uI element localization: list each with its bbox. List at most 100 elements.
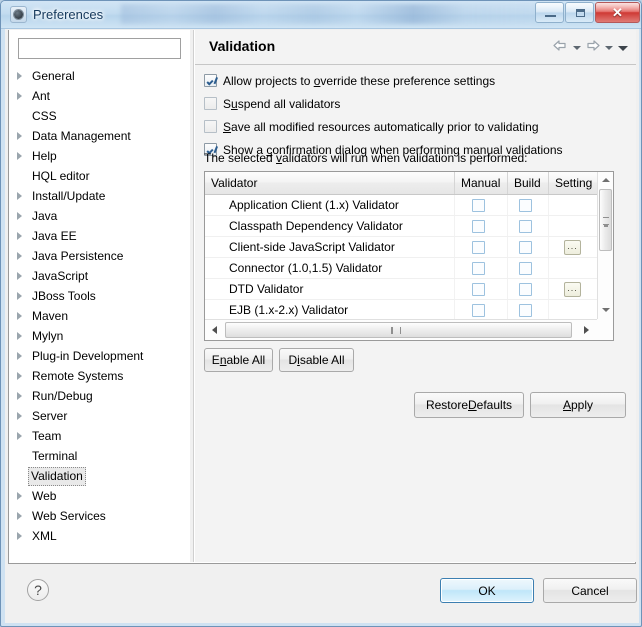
disable-all-button[interactable]: Di sable All <box>279 348 354 372</box>
manual-checkbox[interactable] <box>472 220 485 233</box>
apply-button[interactable]: Apply <box>530 392 626 418</box>
expand-arrow-icon[interactable] <box>17 492 22 500</box>
expand-arrow-icon[interactable] <box>17 72 22 80</box>
tree-scrollbar[interactable] <box>190 30 193 562</box>
sidebar-item-terminal[interactable]: Terminal <box>9 446 193 466</box>
expand-arrow-icon[interactable] <box>17 212 22 220</box>
horizontal-scroll-thumb[interactable] <box>225 322 572 338</box>
maximize-button[interactable] <box>565 2 594 23</box>
build-checkbox[interactable] <box>519 241 532 254</box>
sidebar-item-general[interactable]: General <box>9 66 193 86</box>
expand-arrow-icon[interactable] <box>17 152 22 160</box>
sidebar-item-plug-in-development[interactable]: Plug-in Development <box>9 346 193 366</box>
cancel-button[interactable]: Cancel <box>543 578 637 603</box>
expand-arrow-icon[interactable] <box>17 252 22 260</box>
view-menu-chevron-down-icon[interactable] <box>616 40 629 54</box>
table-row[interactable]: Application Client (1.x) Validator <box>205 195 613 216</box>
expand-arrow-icon[interactable] <box>17 512 22 520</box>
expand-arrow-icon[interactable] <box>17 292 22 300</box>
settings-ellipsis-button[interactable]: ... <box>564 282 581 297</box>
help-button[interactable]: ? <box>27 579 49 601</box>
sidebar-item-web[interactable]: Web <box>9 486 193 506</box>
table-horizontal-scrollbar[interactable] <box>205 319 613 340</box>
sidebar-item-java-ee[interactable]: Java EE <box>9 226 193 246</box>
expand-arrow-icon[interactable] <box>17 312 22 320</box>
vertical-scroll-thumb[interactable] <box>599 189 612 251</box>
expand-arrow-icon[interactable] <box>17 352 22 360</box>
sidebar-item-validation[interactable]: Validation <box>9 466 193 486</box>
expand-arrow-icon[interactable] <box>17 232 22 240</box>
build-checkbox[interactable] <box>519 283 532 296</box>
sidebar-item-remote-systems[interactable]: Remote Systems <box>9 366 193 386</box>
back-arrow-icon[interactable] <box>552 39 569 54</box>
option-save-modified-row[interactable]: Save all modified resources automaticall… <box>204 118 539 136</box>
column-header-manual[interactable]: Manual <box>455 172 508 194</box>
sidebar-item-xml[interactable]: XML <box>9 526 193 546</box>
expand-arrow-icon[interactable] <box>17 332 22 340</box>
scroll-down-arrow-icon[interactable] <box>598 302 613 318</box>
ok-button[interactable]: OK <box>440 578 534 603</box>
sidebar-item-help[interactable]: Help <box>9 146 193 166</box>
sidebar-item-java-persistence[interactable]: Java Persistence <box>9 246 193 266</box>
save-modified-checkbox[interactable] <box>204 120 217 133</box>
table-row[interactable]: DTD Validator... <box>205 279 613 300</box>
preference-tree[interactable]: General Ant CSS Data Management Help HQL edit… <box>9 66 193 560</box>
expand-arrow-icon[interactable] <box>17 532 22 540</box>
option-allow-override-row[interactable]: Allow projects to override these prefere… <box>204 72 495 90</box>
sidebar-item-team[interactable]: Team <box>9 426 193 446</box>
sidebar-item-install-update[interactable]: Install/Update <box>9 186 193 206</box>
sidebar-item-jboss-tools[interactable]: JBoss Tools <box>9 286 193 306</box>
suspend-all-checkbox[interactable] <box>204 97 217 110</box>
minimize-button[interactable] <box>535 2 564 23</box>
sidebar-item-mylyn[interactable]: Mylyn <box>9 326 193 346</box>
enable-all-button[interactable]: En able All <box>204 348 273 372</box>
sidebar-item-java[interactable]: Java <box>9 206 193 226</box>
expand-arrow-icon[interactable] <box>17 432 22 440</box>
sidebar-item-web-services[interactable]: Web Services <box>9 506 193 526</box>
sidebar-item-javascript[interactable]: JavaScript <box>9 266 193 286</box>
build-checkbox[interactable] <box>519 220 532 233</box>
forward-arrow-icon[interactable] <box>584 39 601 54</box>
back-dropdown-chevron-down-icon[interactable] <box>570 40 583 54</box>
option-suspend-row[interactable]: Suspend all validators <box>204 95 340 113</box>
manual-checkbox[interactable] <box>472 262 485 275</box>
manual-checkbox[interactable] <box>472 304 485 317</box>
build-checkbox[interactable] <box>519 262 532 275</box>
table-row[interactable]: EJB (1.x-2.x) Validator <box>205 300 613 319</box>
manual-checkbox[interactable] <box>472 283 485 296</box>
scroll-up-arrow-icon[interactable] <box>598 172 613 188</box>
forward-dropdown-chevron-down-icon[interactable] <box>602 40 615 54</box>
sidebar-item-data-management[interactable]: Data Management <box>9 126 193 146</box>
sidebar-item-css[interactable]: CSS <box>9 106 193 126</box>
scroll-right-arrow-icon[interactable] <box>579 322 595 338</box>
expand-arrow-icon[interactable] <box>17 392 22 400</box>
filter-input[interactable] <box>18 38 181 59</box>
expand-arrow-icon[interactable] <box>17 372 22 380</box>
expand-arrow-icon[interactable] <box>17 192 22 200</box>
table-body[interactable]: Application Client (1.x) Validator Classp… <box>205 195 613 319</box>
column-header-validator[interactable]: Validator <box>205 172 455 194</box>
expand-arrow-icon[interactable] <box>17 92 22 100</box>
expand-arrow-icon[interactable] <box>17 132 22 140</box>
table-row[interactable]: Classpath Dependency Validator <box>205 216 613 237</box>
validators-table[interactable]: Validator Manual Build Setting Application … <box>204 171 614 341</box>
manual-checkbox[interactable] <box>472 241 485 254</box>
allow-override-checkbox[interactable] <box>204 74 217 87</box>
table-row[interactable]: Client-side JavaScript Validator... <box>205 237 613 258</box>
manual-checkbox[interactable] <box>472 199 485 212</box>
sidebar-item-ant[interactable]: Ant <box>9 86 193 106</box>
table-vertical-scrollbar[interactable] <box>597 172 613 340</box>
expand-arrow-icon[interactable] <box>17 412 22 420</box>
build-checkbox[interactable] <box>519 199 532 212</box>
settings-ellipsis-button[interactable]: ... <box>564 240 581 255</box>
close-button[interactable]: ✕ <box>595 2 640 23</box>
table-row[interactable]: Connector (1.0,1.5) Validator <box>205 258 613 279</box>
scroll-left-arrow-icon[interactable] <box>207 322 223 338</box>
sidebar-item-run-debug[interactable]: Run/Debug <box>9 386 193 406</box>
sidebar-item-hql-editor[interactable]: HQL editor <box>9 166 193 186</box>
column-header-build[interactable]: Build <box>508 172 549 194</box>
sidebar-item-maven[interactable]: Maven <box>9 306 193 326</box>
build-checkbox[interactable] <box>519 304 532 317</box>
restore-defaults-button[interactable]: Restore Defaults <box>414 392 524 418</box>
expand-arrow-icon[interactable] <box>17 272 22 280</box>
